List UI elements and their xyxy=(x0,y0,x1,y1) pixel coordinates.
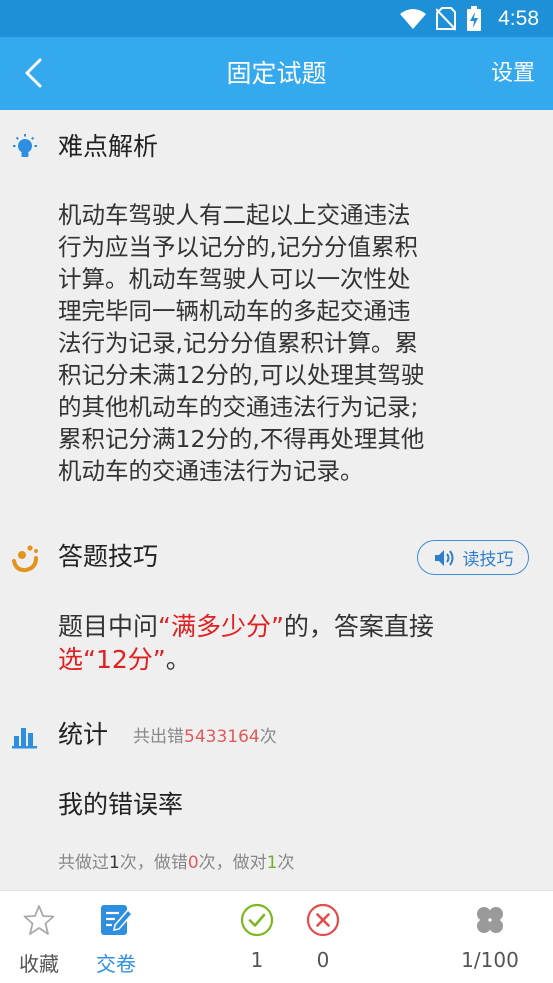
submit-paper-button[interactable]: 交卷 xyxy=(78,891,154,983)
battery-charging-icon xyxy=(467,5,482,31)
analysis-line: 行为应当予以记分的,记分分值累积 xyxy=(58,233,418,261)
app-bar: 固定试题 设置 xyxy=(0,37,553,110)
attempt-text: 次，做对 xyxy=(198,853,267,873)
question-grid-button[interactable]: 1/100 xyxy=(440,891,540,983)
analysis-line: 理完毕同一辆机动车的多起交通违 xyxy=(58,297,411,325)
analysis-line: 累积记分满12分的,不得再处理其他 xyxy=(58,425,425,453)
status-time: 4:58 xyxy=(498,6,539,30)
tips-heading: 答题技巧 xyxy=(58,542,159,571)
correct-count: 1 xyxy=(250,948,264,972)
lightbulb-icon xyxy=(13,134,37,157)
my-error-rate-label: 我的错误率 xyxy=(58,790,184,819)
attempt-right-count: 1 xyxy=(266,853,278,873)
speaker-icon xyxy=(434,549,453,566)
stats-header: 统计 xyxy=(0,715,130,755)
tip-text-part: 。 xyxy=(165,645,191,674)
favorite-button[interactable]: 收藏 xyxy=(0,891,78,983)
tip-highlight: “满多少分” xyxy=(158,612,284,641)
tip-highlight: 选“12分” xyxy=(58,645,166,674)
bar-chart-icon xyxy=(12,728,37,749)
tip-line: 题目中问“满多少分”的，答案直接 xyxy=(58,610,498,643)
tip-text: 题目中问“满多少分”的，答案直接 选“12分”。 xyxy=(58,610,498,676)
settings-button[interactable]: 设置 xyxy=(491,37,535,110)
analysis-header: 难点解析 xyxy=(0,127,553,167)
check-circle-icon xyxy=(240,903,274,937)
attempt-done-count: 1 xyxy=(109,853,120,873)
attempt-summary: 共做过1次，做错0次，做对1次 xyxy=(58,848,294,873)
question-progress: 1/100 xyxy=(461,948,519,972)
analysis-line: 法行为记录,记分分值累积计算。累 xyxy=(58,329,418,357)
page-title: 固定试题 xyxy=(226,59,327,88)
back-button[interactable] xyxy=(18,55,54,91)
attempt-text: 次，做错 xyxy=(119,853,188,873)
edit-document-icon xyxy=(101,905,133,935)
analysis-line: 的其他机动车的交通违法行为记录; xyxy=(58,393,419,421)
submit-paper-label: 交卷 xyxy=(96,952,136,976)
wrong-count: 0 xyxy=(316,948,330,972)
analysis-line: 计算。机动车驾驶人可以一次性处 xyxy=(58,265,411,293)
tip-text-part: 的，答案直接 xyxy=(283,612,434,641)
analysis-line: 积记分未满12分的,可以处理其驾驶 xyxy=(58,361,425,389)
grid-icon xyxy=(477,907,503,933)
tip-swirl-icon xyxy=(12,545,38,573)
correct-count-button[interactable]: 1 xyxy=(227,891,287,983)
total-error-count: 共出错5433164次 xyxy=(133,722,277,747)
favorite-label: 收藏 xyxy=(19,952,59,976)
status-bar: 4:58 xyxy=(0,0,553,37)
wifi-icon xyxy=(400,8,427,29)
tips-header: 答题技巧 xyxy=(0,537,400,577)
analysis-heading: 难点解析 xyxy=(58,132,159,161)
star-icon xyxy=(23,905,55,935)
tip-line: 选“12分”。 xyxy=(58,643,498,676)
tip-text-part: 题目中问 xyxy=(58,612,159,641)
stats-heading: 统计 xyxy=(58,720,109,749)
attempt-wrong-count: 0 xyxy=(187,853,199,873)
attempt-text: 次 xyxy=(277,853,295,873)
total-error-suffix: 次 xyxy=(259,727,277,747)
analysis-line: 机动车的交通违法行为记录。 xyxy=(58,457,364,485)
wrong-count-button[interactable]: 0 xyxy=(293,891,353,983)
x-circle-icon xyxy=(306,903,340,937)
no-sim-icon xyxy=(436,6,457,31)
read-tips-label: 读技巧 xyxy=(462,550,514,570)
read-tips-button[interactable]: 读技巧 xyxy=(417,540,529,575)
analysis-line: 机动车驾驶人有二起以上交通违法 xyxy=(58,201,411,229)
attempt-text: 共做过 xyxy=(58,853,109,873)
total-error-prefix: 共出错 xyxy=(133,727,184,747)
total-error-number: 5433164 xyxy=(184,727,260,747)
analysis-text: 机动车驾驶人有二起以上交通违法 行为应当予以记分的,记分分值累积 计算。机动车驾… xyxy=(58,199,498,487)
status-icons: 4:58 xyxy=(400,4,539,33)
bottom-bar: 收藏 交卷 1 0 1/100 xyxy=(0,890,553,983)
